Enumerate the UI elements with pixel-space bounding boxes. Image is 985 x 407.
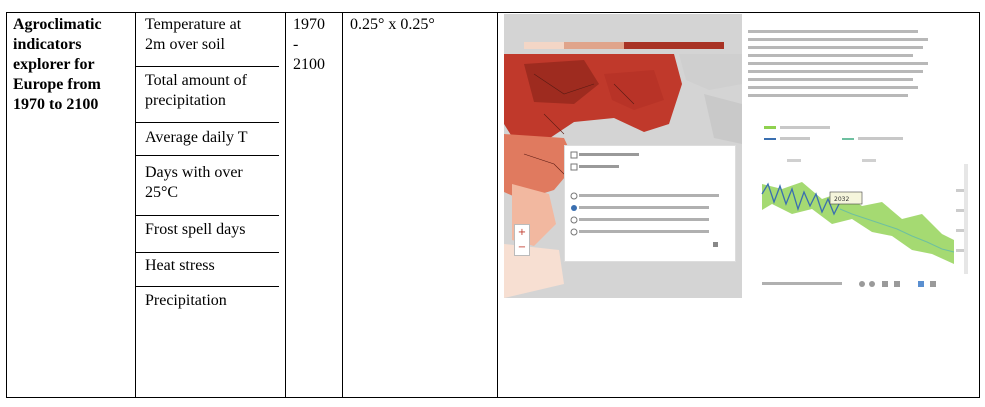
variable-divider xyxy=(135,122,279,123)
variable-label: Temperature at xyxy=(145,16,242,33)
chart-tooltip-year: 2032 xyxy=(834,196,849,203)
variable-cell: Average daily T xyxy=(145,128,247,148)
variable-cell: Temperature at 2m over soil xyxy=(145,15,241,55)
variable-label: precipitation xyxy=(145,92,226,109)
title-line: Europe from xyxy=(13,76,101,93)
table-border-left xyxy=(6,12,7,398)
timeseries-graphic: 2032 xyxy=(742,14,970,298)
variable-label: 25°C xyxy=(145,184,179,201)
period-line: 2100 xyxy=(293,56,325,73)
period-line: 1970 xyxy=(293,16,325,33)
variable-cell: Frost spell days xyxy=(145,220,245,240)
variable-divider xyxy=(135,66,279,67)
variable-cell: Days with over 25°C xyxy=(145,163,243,203)
variable-label: Frost spell days xyxy=(145,221,246,238)
zoom-in-icon[interactable]: + xyxy=(515,225,529,240)
variable-label: Precipitation xyxy=(145,292,227,309)
period-cell: 1970 - 2100 xyxy=(293,15,325,75)
variable-label: Average daily T xyxy=(145,129,248,146)
variable-label: Days with over xyxy=(145,164,243,181)
table-border-bottom xyxy=(6,397,980,398)
variable-cell: Heat stress xyxy=(145,256,215,276)
period-line: - xyxy=(293,36,299,53)
variable-divider xyxy=(135,252,279,253)
resolution-cell: 0.25° x 0.25° xyxy=(350,16,435,33)
title-line: indicators xyxy=(13,36,82,53)
variable-label: Heat stress xyxy=(145,257,215,274)
timeseries-panel: 2032 xyxy=(742,14,970,298)
table-divider-3 xyxy=(342,12,343,398)
variable-divider xyxy=(135,155,279,156)
layer-options-graphic xyxy=(570,151,719,247)
map-zoom-control[interactable]: + − xyxy=(514,224,530,256)
table-border-right xyxy=(979,12,980,398)
variable-cell: Total amount of precipitation xyxy=(145,71,247,111)
table-divider-1 xyxy=(135,12,136,398)
table-divider-2 xyxy=(285,12,286,398)
variable-label: Total amount of xyxy=(145,72,247,89)
variable-divider xyxy=(135,286,279,287)
variable-cell: Precipitation xyxy=(145,291,227,311)
europe-map: + − xyxy=(504,14,742,298)
variable-label: 2m over soil xyxy=(145,36,225,53)
table-border-top xyxy=(6,12,980,13)
zoom-out-icon[interactable]: − xyxy=(515,240,529,255)
table-divider-4 xyxy=(497,12,498,398)
dataset-title: Agroclimatic indicators explorer for Eur… xyxy=(13,15,102,115)
explorer-screenshot: + − 2032 xyxy=(504,14,970,298)
variable-divider xyxy=(135,215,279,216)
title-line: explorer for xyxy=(13,56,95,73)
title-line: Agroclimatic xyxy=(13,16,102,33)
map-layer-panel xyxy=(564,145,736,262)
title-line: 1970 to 2100 xyxy=(13,96,99,113)
